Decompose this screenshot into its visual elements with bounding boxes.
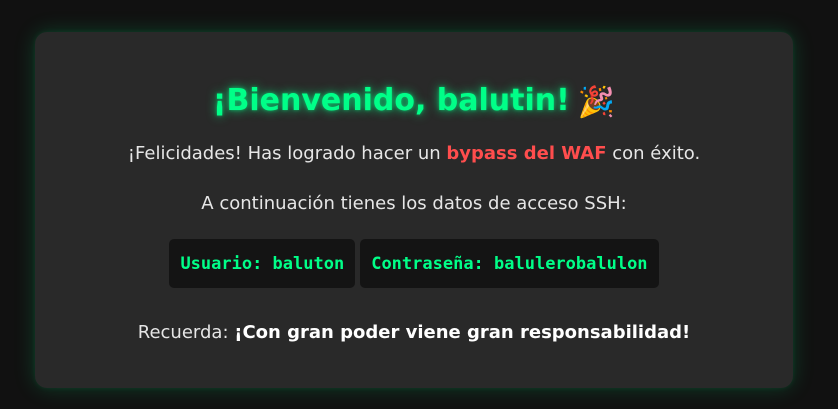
welcome-title: ¡Bienvenido, balutin! 🎉 — [35, 81, 793, 123]
ssh-username-code: Usuario: baluton — [169, 239, 356, 288]
reminder-bold: ¡Con gran poder viene gran responsabilid… — [234, 322, 691, 343]
ssh-intro-text: A continuación tienes los datos de acces… — [201, 193, 627, 214]
ssh-password-code: Contraseña: balulerobalulon — [360, 239, 659, 288]
welcome-title-text: ¡Bienvenido, balutin! — [212, 83, 570, 118]
success-message-suffix: con éxito. — [606, 143, 701, 164]
success-message: ¡Felicidades! Has logrado hacer un bypas… — [35, 142, 793, 166]
success-message-prefix: ¡Felicidades! Has logrado hacer un — [127, 143, 447, 164]
waf-bypass-highlight: bypass del WAF — [446, 143, 607, 164]
welcome-card: ¡Bienvenido, balutin! 🎉 ¡Felicidades! Has… — [35, 32, 793, 388]
reminder-text: Recuerda: ¡Con gran poder viene gran res… — [35, 321, 793, 345]
reminder-prefix: Recuerda: — [137, 322, 235, 343]
party-popper-icon: 🎉 — [577, 85, 616, 120]
ssh-credentials: Usuario: baluton Contraseña: balulerobal… — [35, 239, 793, 288]
